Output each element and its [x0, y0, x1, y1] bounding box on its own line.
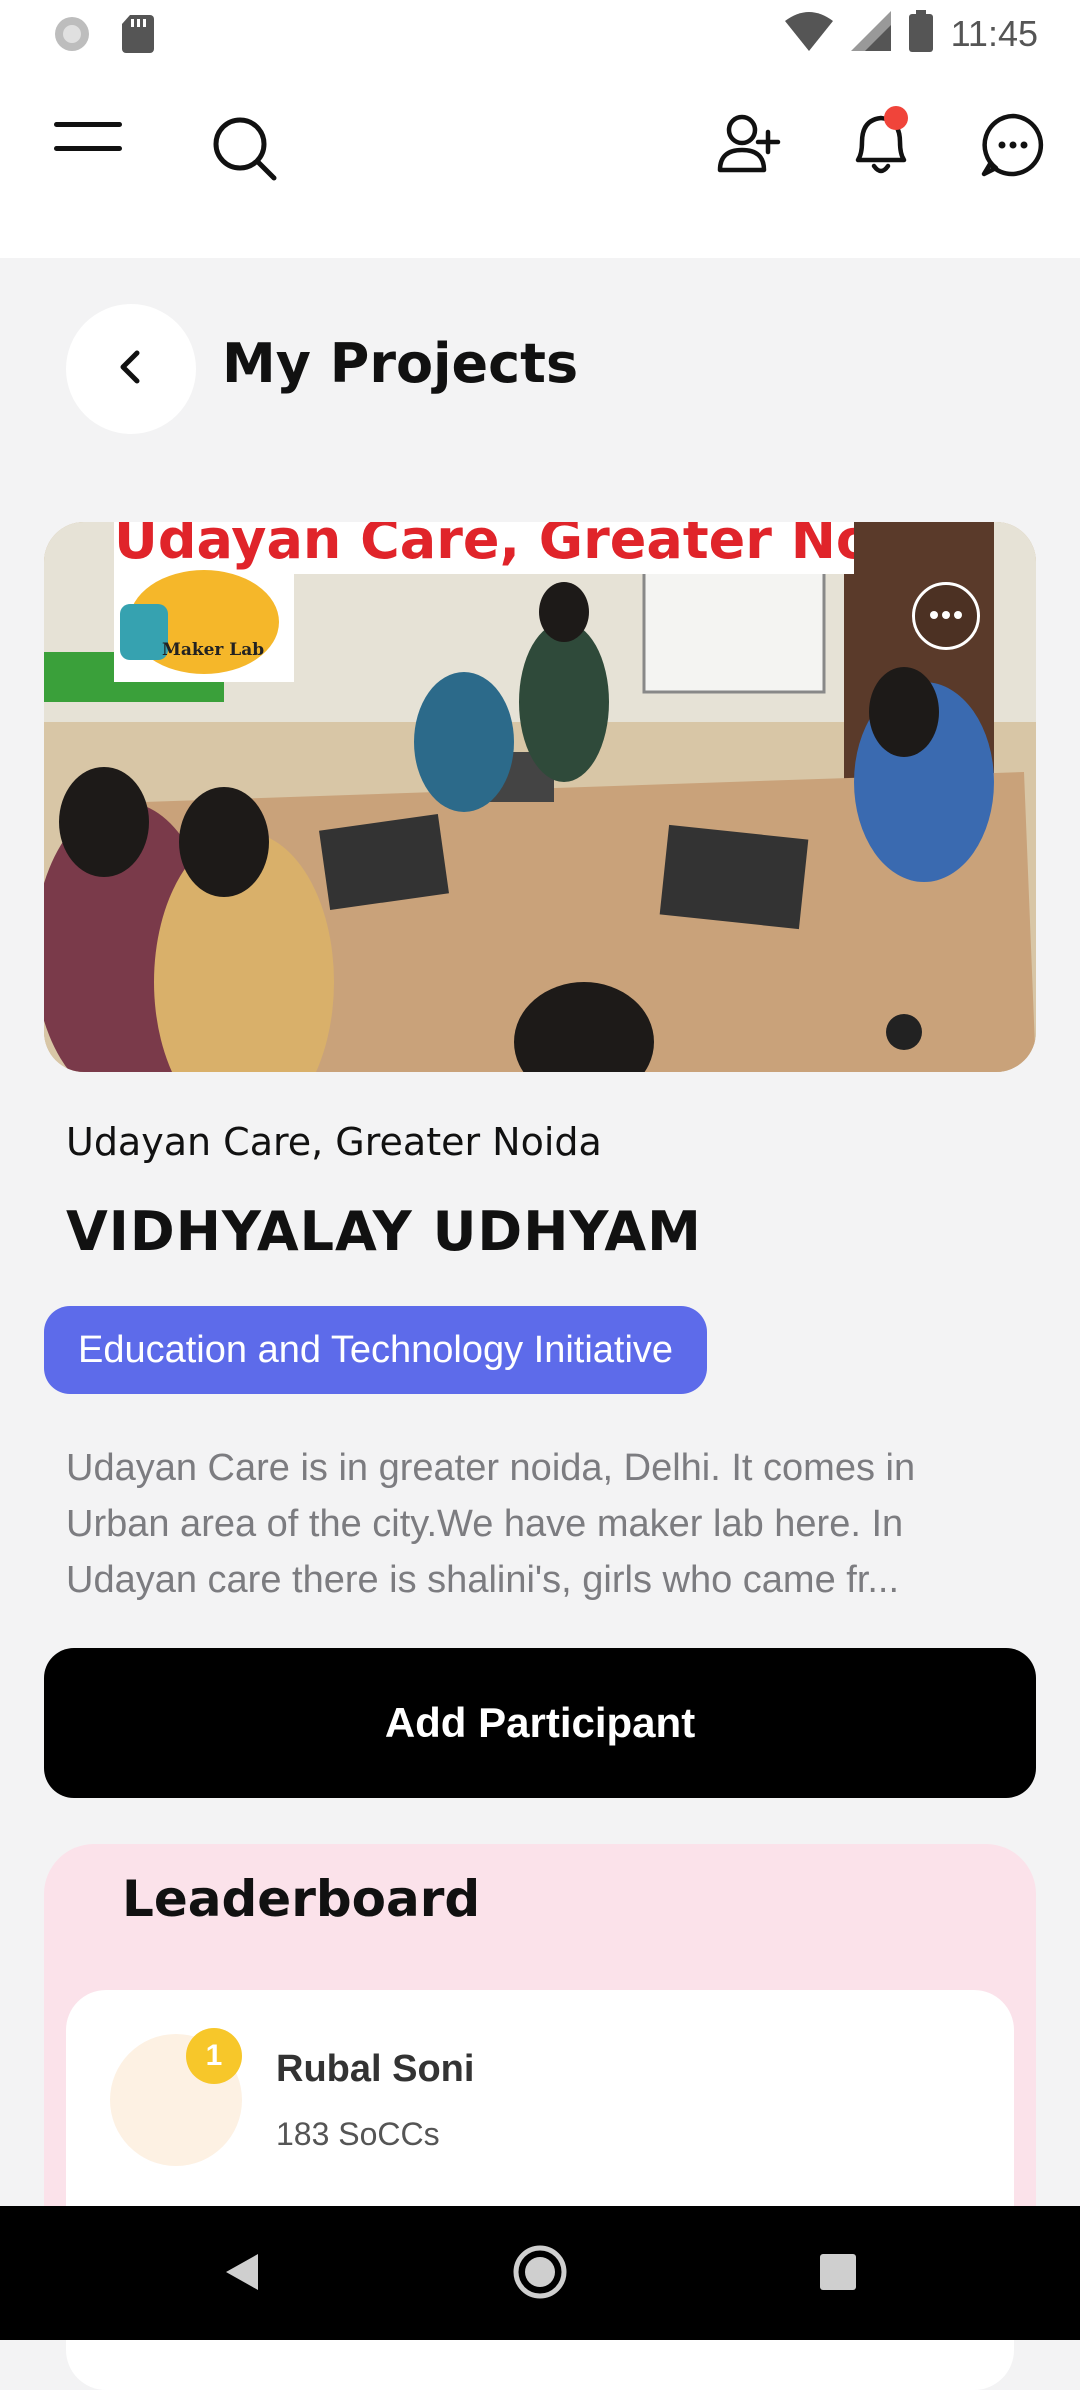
- battery-icon: [908, 10, 933, 57]
- app-bar: [0, 68, 1080, 258]
- search-icon[interactable]: [210, 114, 280, 189]
- back-button[interactable]: [66, 304, 196, 434]
- chat-icon[interactable]: [980, 112, 1046, 183]
- project-photo: [44, 522, 1036, 1072]
- system-nav-bar: [0, 2206, 1080, 2340]
- sd-card-icon: [122, 15, 154, 58]
- add-user-icon[interactable]: [716, 110, 784, 183]
- nav-home-icon[interactable]: [512, 2244, 568, 2305]
- description-line: Udayan care there is shalini's, girls wh…: [66, 1559, 900, 1601]
- image-banner-text: Udayan Care, Greater Noida: [114, 522, 854, 571]
- participant-name: Rubal Soni: [276, 2048, 475, 2090]
- description-line: Urban area of the city.We have maker lab…: [66, 1503, 904, 1545]
- notification-dot: [884, 106, 908, 130]
- add-participant-button[interactable]: Add Participant: [44, 1648, 1036, 1798]
- status-time: 11:45: [950, 12, 1038, 54]
- wifi-icon: [784, 11, 833, 56]
- menu-icon[interactable]: [54, 118, 124, 163]
- page-title: My Projects: [222, 332, 579, 395]
- description-line: Udayan Care is in greater noida, Delhi. …: [66, 1447, 916, 1489]
- nav-back-icon[interactable]: [222, 2250, 262, 2299]
- project-image[interactable]: Udayan Care, Greater Noida Maker Lab: [44, 522, 1036, 1072]
- rank-badge: 1: [186, 2028, 242, 2084]
- nav-recents-icon[interactable]: [820, 2254, 856, 2295]
- project-location: Udayan Care, Greater Noida: [66, 1120, 602, 1164]
- project-tag[interactable]: Education and Technology Initiative: [44, 1306, 708, 1394]
- project-description: Udayan Care is in greater noida, Delhi. …: [66, 1440, 1016, 1608]
- participant-score: 183 SoCCs: [276, 2116, 440, 2152]
- settings-circle-icon: [52, 14, 92, 59]
- project-name: VIDHYALAY UDHYAM: [66, 1200, 702, 1263]
- more-options-button[interactable]: [912, 582, 980, 650]
- leaderboard-title: Leaderboard: [122, 1870, 481, 1928]
- status-bar: 11:45: [0, 0, 1080, 68]
- more-horizontal-icon: [928, 607, 964, 625]
- image-logo-text: Maker Lab: [162, 640, 265, 660]
- chevron-left-icon: [111, 347, 151, 392]
- bell-icon[interactable]: [846, 104, 916, 185]
- signal-icon: [850, 11, 891, 56]
